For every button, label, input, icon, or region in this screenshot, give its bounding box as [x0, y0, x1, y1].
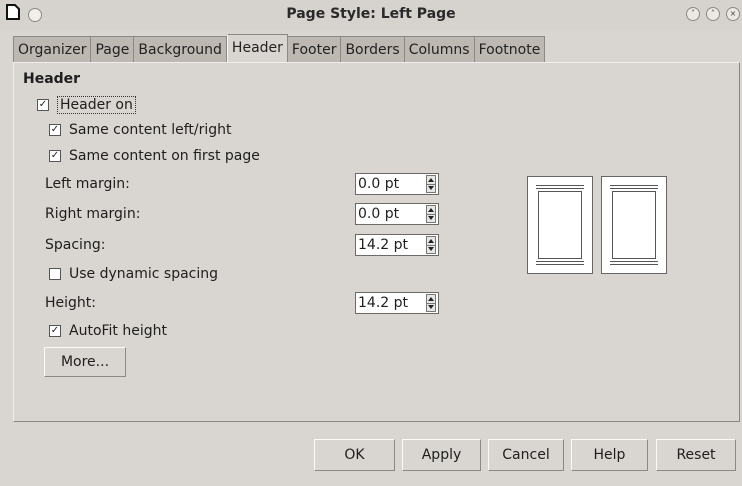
page-preview-right — [601, 176, 667, 274]
header-on-checkbox[interactable]: ✓ Header on — [37, 96, 136, 114]
checkbox-checked-icon: ✓ — [49, 124, 61, 136]
tab-footer[interactable]: Footer — [287, 36, 342, 62]
cancel-button[interactable]: Cancel — [488, 439, 564, 471]
tab-organizer[interactable]: Organizer — [13, 36, 92, 62]
checkbox-checked-icon: ✓ — [37, 99, 49, 111]
checkbox-checked-icon: ✓ — [49, 325, 61, 337]
tab-header[interactable]: Header — [226, 34, 288, 62]
spin-buttons[interactable] — [426, 175, 436, 193]
autofit-checkbox[interactable]: ✓ AutoFit height — [49, 323, 167, 339]
dynamic-spacing-checkbox[interactable]: Use dynamic spacing — [49, 266, 218, 282]
height-label: Height: — [45, 295, 96, 311]
tab-background[interactable]: Background — [134, 36, 227, 62]
chevron-up-icon[interactable]: ˄ — [706, 7, 720, 21]
same-left-right-checkbox[interactable]: ✓ Same content left/right — [49, 122, 232, 138]
tab-bar: Organizer Page Background Header Footer … — [13, 34, 546, 63]
help-button[interactable]: Help — [571, 439, 648, 471]
checkbox-checked-icon: ✓ — [49, 150, 61, 162]
apply-button[interactable]: Apply — [402, 439, 481, 471]
spacing-label: Spacing: — [45, 237, 106, 253]
section-title: Header — [23, 71, 81, 87]
spin-buttons[interactable] — [426, 236, 436, 254]
chevron-down-icon[interactable]: ˅ — [686, 7, 700, 21]
window-title: Page Style: Left Page — [286, 6, 456, 22]
spin-buttons[interactable] — [426, 294, 436, 312]
right-margin-label: Right margin: — [45, 206, 141, 222]
header-on-label: Header on — [57, 96, 136, 114]
spacing-spinner[interactable]: 14.2 pt — [355, 234, 439, 256]
title-bar: Page Style: Left Page ˅ ˄ × — [0, 0, 742, 30]
reset-button[interactable]: Reset — [656, 439, 736, 471]
tab-footnote[interactable]: Footnote — [474, 36, 546, 62]
dynamic-spacing-label: Use dynamic spacing — [69, 266, 219, 282]
same-first-page-checkbox[interactable]: ✓ Same content on first page — [49, 148, 260, 164]
left-margin-label: Left margin: — [45, 176, 130, 192]
autofit-label: AutoFit height — [69, 323, 167, 339]
left-margin-value: 0.0 pt — [358, 176, 400, 192]
close-icon[interactable]: × — [726, 7, 740, 21]
spin-buttons[interactable] — [426, 205, 436, 223]
spacing-value: 14.2 pt — [358, 237, 408, 253]
height-spinner[interactable]: 14.2 pt — [355, 292, 439, 314]
same-first-page-label: Same content on first page — [69, 148, 260, 164]
same-left-right-label: Same content left/right — [69, 122, 232, 138]
tab-page[interactable]: Page — [91, 36, 135, 62]
more-button[interactable]: More... — [44, 347, 126, 377]
ok-button[interactable]: OK — [314, 439, 395, 471]
left-margin-spinner[interactable]: 0.0 pt — [355, 173, 439, 195]
right-margin-value: 0.0 pt — [358, 206, 400, 222]
tab-borders[interactable]: Borders — [341, 36, 405, 62]
checkbox-unchecked-icon — [49, 268, 61, 280]
height-value: 14.2 pt — [358, 295, 408, 311]
page-preview-left — [527, 176, 593, 274]
tab-columns[interactable]: Columns — [404, 36, 475, 62]
right-margin-spinner[interactable]: 0.0 pt — [355, 203, 439, 225]
